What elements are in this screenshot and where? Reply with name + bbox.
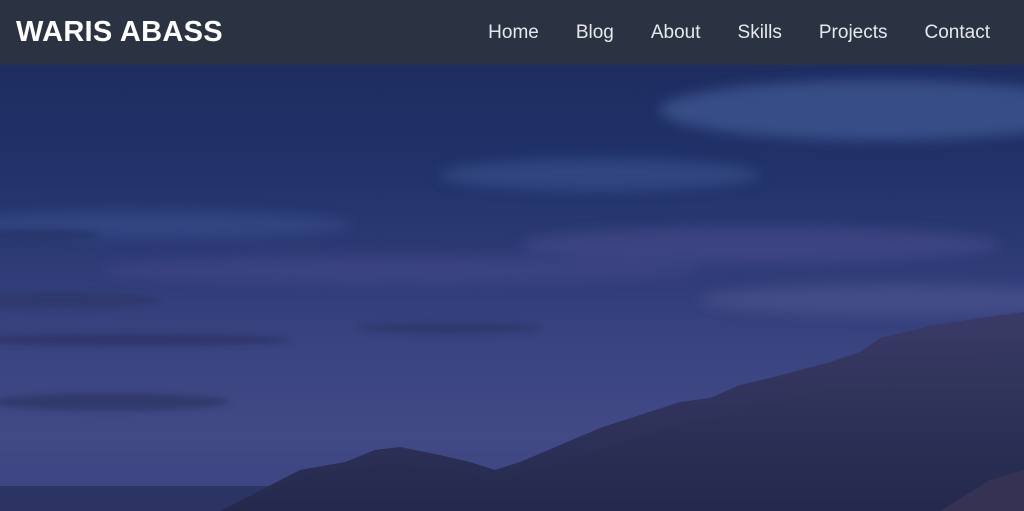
main-navigation: Home Blog About Skills Projects Contact xyxy=(488,22,990,44)
nav-link-contact[interactable]: Contact xyxy=(925,22,990,44)
hero-background-image xyxy=(0,0,1024,511)
site-brand-logo[interactable]: WARIS ABASS xyxy=(16,16,223,49)
nav-link-home[interactable]: Home xyxy=(488,22,539,44)
dusk-mountain-landscape xyxy=(0,0,1024,511)
nav-link-about[interactable]: About xyxy=(651,22,701,44)
page: WARIS ABASS Home Blog About Skills Proje… xyxy=(0,0,1024,511)
nav-link-skills[interactable]: Skills xyxy=(738,22,782,44)
top-navbar: WARIS ABASS Home Blog About Skills Proje… xyxy=(0,0,1024,65)
nav-link-projects[interactable]: Projects xyxy=(819,22,888,44)
nav-link-blog[interactable]: Blog xyxy=(576,22,614,44)
